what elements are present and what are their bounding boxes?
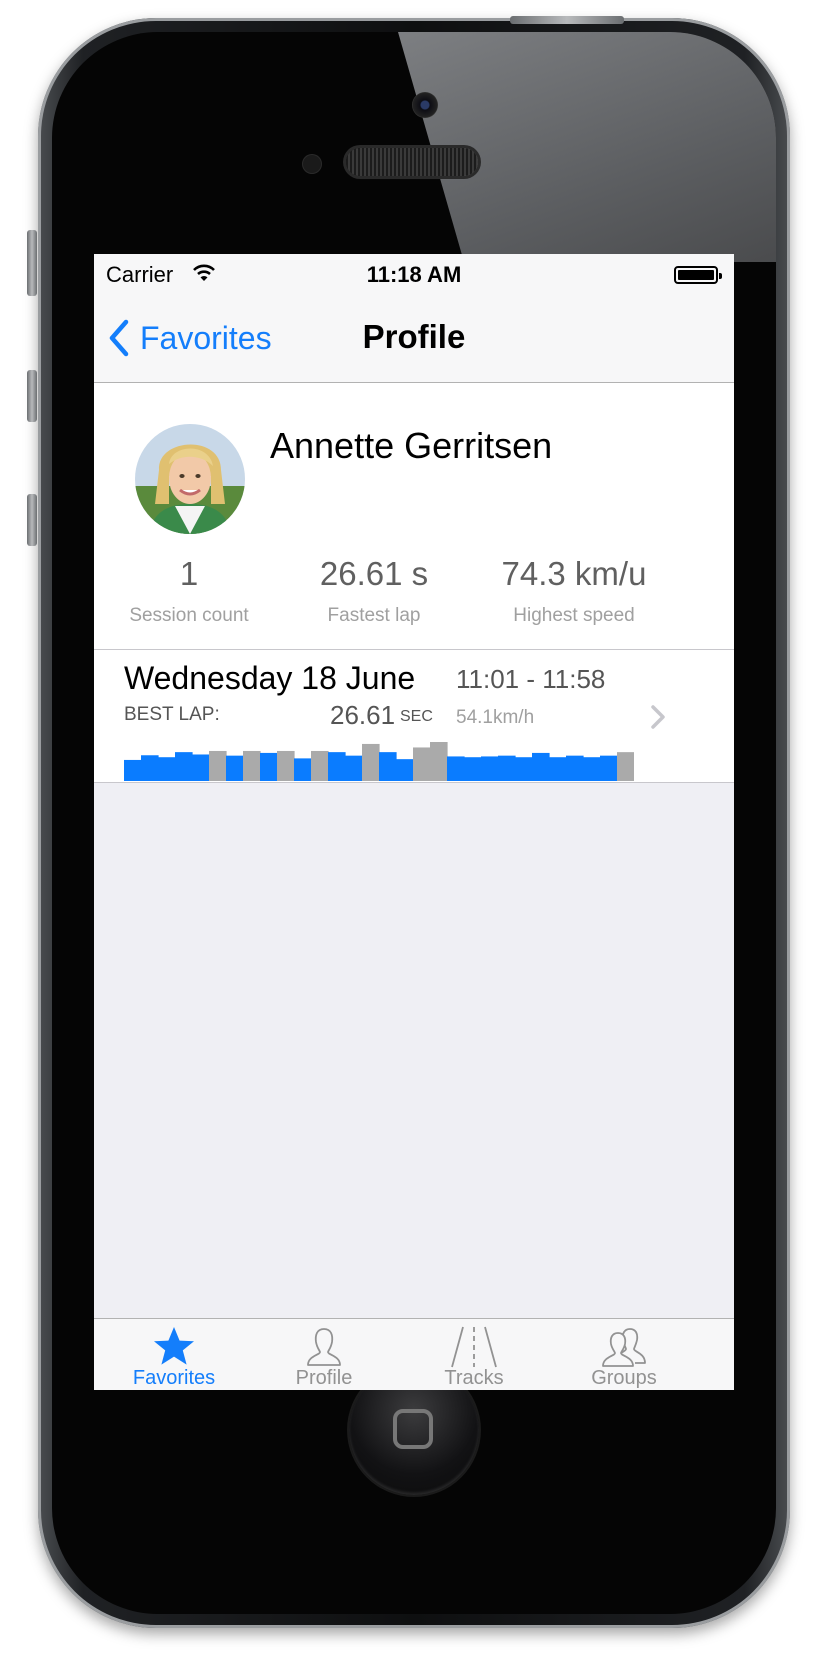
- lap-bar: [481, 756, 499, 781]
- tab-label: Favorites: [132, 1367, 216, 1389]
- navigation-bar: Favorites Profile: [94, 294, 734, 383]
- lap-bar: [498, 755, 516, 781]
- stat-highest-speed: 74.3 km/u Highest speed: [474, 555, 674, 627]
- tab-groups[interactable]: Groups: [544, 1319, 704, 1390]
- chevron-right-icon: [651, 705, 665, 729]
- stat-value: 26.61 s: [319, 555, 429, 592]
- person-icon: [307, 1328, 341, 1366]
- phone-glare: [398, 32, 776, 262]
- best-lap-label: BEST LAP:: [124, 704, 220, 725]
- volume-up-button: [27, 370, 37, 422]
- proximity-sensor: [303, 155, 321, 173]
- lap-bar: [600, 755, 618, 781]
- session-time-range: 11:01 - 11:58: [456, 664, 606, 694]
- group-icon: [602, 1328, 646, 1367]
- home-square-icon: [393, 1409, 433, 1449]
- lap-bar: [464, 757, 482, 781]
- lap-bar: [124, 759, 142, 781]
- lap-bar: [396, 759, 414, 781]
- star-icon: [154, 1327, 194, 1365]
- stat-value: 74.3 km/u: [501, 555, 647, 592]
- lap-bar: [515, 757, 533, 781]
- stat-session-count: 1 Session count: [94, 555, 284, 627]
- profile-name: Annette Gerritsen: [270, 425, 553, 466]
- battery-icon: [674, 266, 722, 284]
- lap-bar: [243, 750, 261, 781]
- lap-bar: [379, 752, 397, 781]
- profile-header: Annette Gerritsen 1 Session count 26.61 …: [94, 383, 734, 649]
- tab-tracks[interactable]: Tracks: [394, 1319, 554, 1390]
- mute-switch: [27, 230, 37, 296]
- tab-favorites[interactable]: Favorites: [94, 1319, 254, 1390]
- power-button: [510, 16, 624, 24]
- stat-label: Fastest lap: [327, 605, 421, 626]
- lap-bar: [362, 743, 380, 781]
- tab-label: Groups: [591, 1367, 657, 1389]
- stat-value: 1: [179, 555, 199, 592]
- best-lap-unit: SEC: [400, 708, 433, 725]
- lap-bar: [311, 750, 329, 781]
- lap-bar: [141, 755, 159, 781]
- session-speed: 54.1km/h: [456, 707, 535, 728]
- road-icon: [451, 1326, 497, 1368]
- lap-bar: [209, 750, 227, 781]
- lap-bar: [226, 755, 244, 781]
- lap-bar: [158, 757, 176, 781]
- page-title: Profile: [362, 318, 466, 355]
- lap-bar: [175, 752, 193, 781]
- tab-bar: Favorites Profile Tracks Groups: [94, 1318, 734, 1390]
- tab-profile[interactable]: Profile: [244, 1319, 404, 1390]
- volume-down-button: [27, 494, 37, 546]
- lap-bar: [328, 752, 346, 781]
- stat-label: Highest speed: [513, 605, 635, 626]
- lap-bar: [430, 742, 448, 781]
- tab-label: Profile: [295, 1367, 353, 1389]
- lap-bar: [617, 752, 634, 781]
- screen: Carrier 11:18 AM Favorites Profile Annet…: [94, 254, 734, 1390]
- lap-bar: [260, 752, 278, 781]
- lap-bar: [532, 752, 550, 781]
- earpiece-speaker: [346, 148, 478, 176]
- lap-bar: [447, 756, 465, 781]
- status-time: 11:18 AM: [366, 262, 462, 287]
- tab-label: Tracks: [444, 1367, 504, 1389]
- stat-label: Session count: [129, 605, 249, 626]
- lap-bar: [549, 757, 567, 781]
- lap-time-chart: [124, 742, 634, 781]
- lap-bar: [566, 755, 584, 781]
- session-date: Wednesday 18 June: [124, 660, 416, 696]
- lap-bar: [277, 750, 295, 781]
- lap-bar: [192, 754, 210, 781]
- stat-fastest-lap: 26.61 s Fastest lap: [284, 555, 464, 627]
- front-camera: [412, 92, 438, 118]
- lap-bar: [413, 747, 431, 781]
- lap-bar: [294, 758, 312, 781]
- avatar: [135, 424, 245, 534]
- best-lap-value: 26.61: [330, 700, 396, 730]
- status-bar: Carrier 11:18 AM: [94, 254, 734, 294]
- lap-bar: [345, 755, 363, 781]
- lap-bar: [583, 757, 601, 781]
- session-cell[interactable]: Wednesday 18 June 11:01 - 11:58 BEST LAP…: [94, 649, 734, 783]
